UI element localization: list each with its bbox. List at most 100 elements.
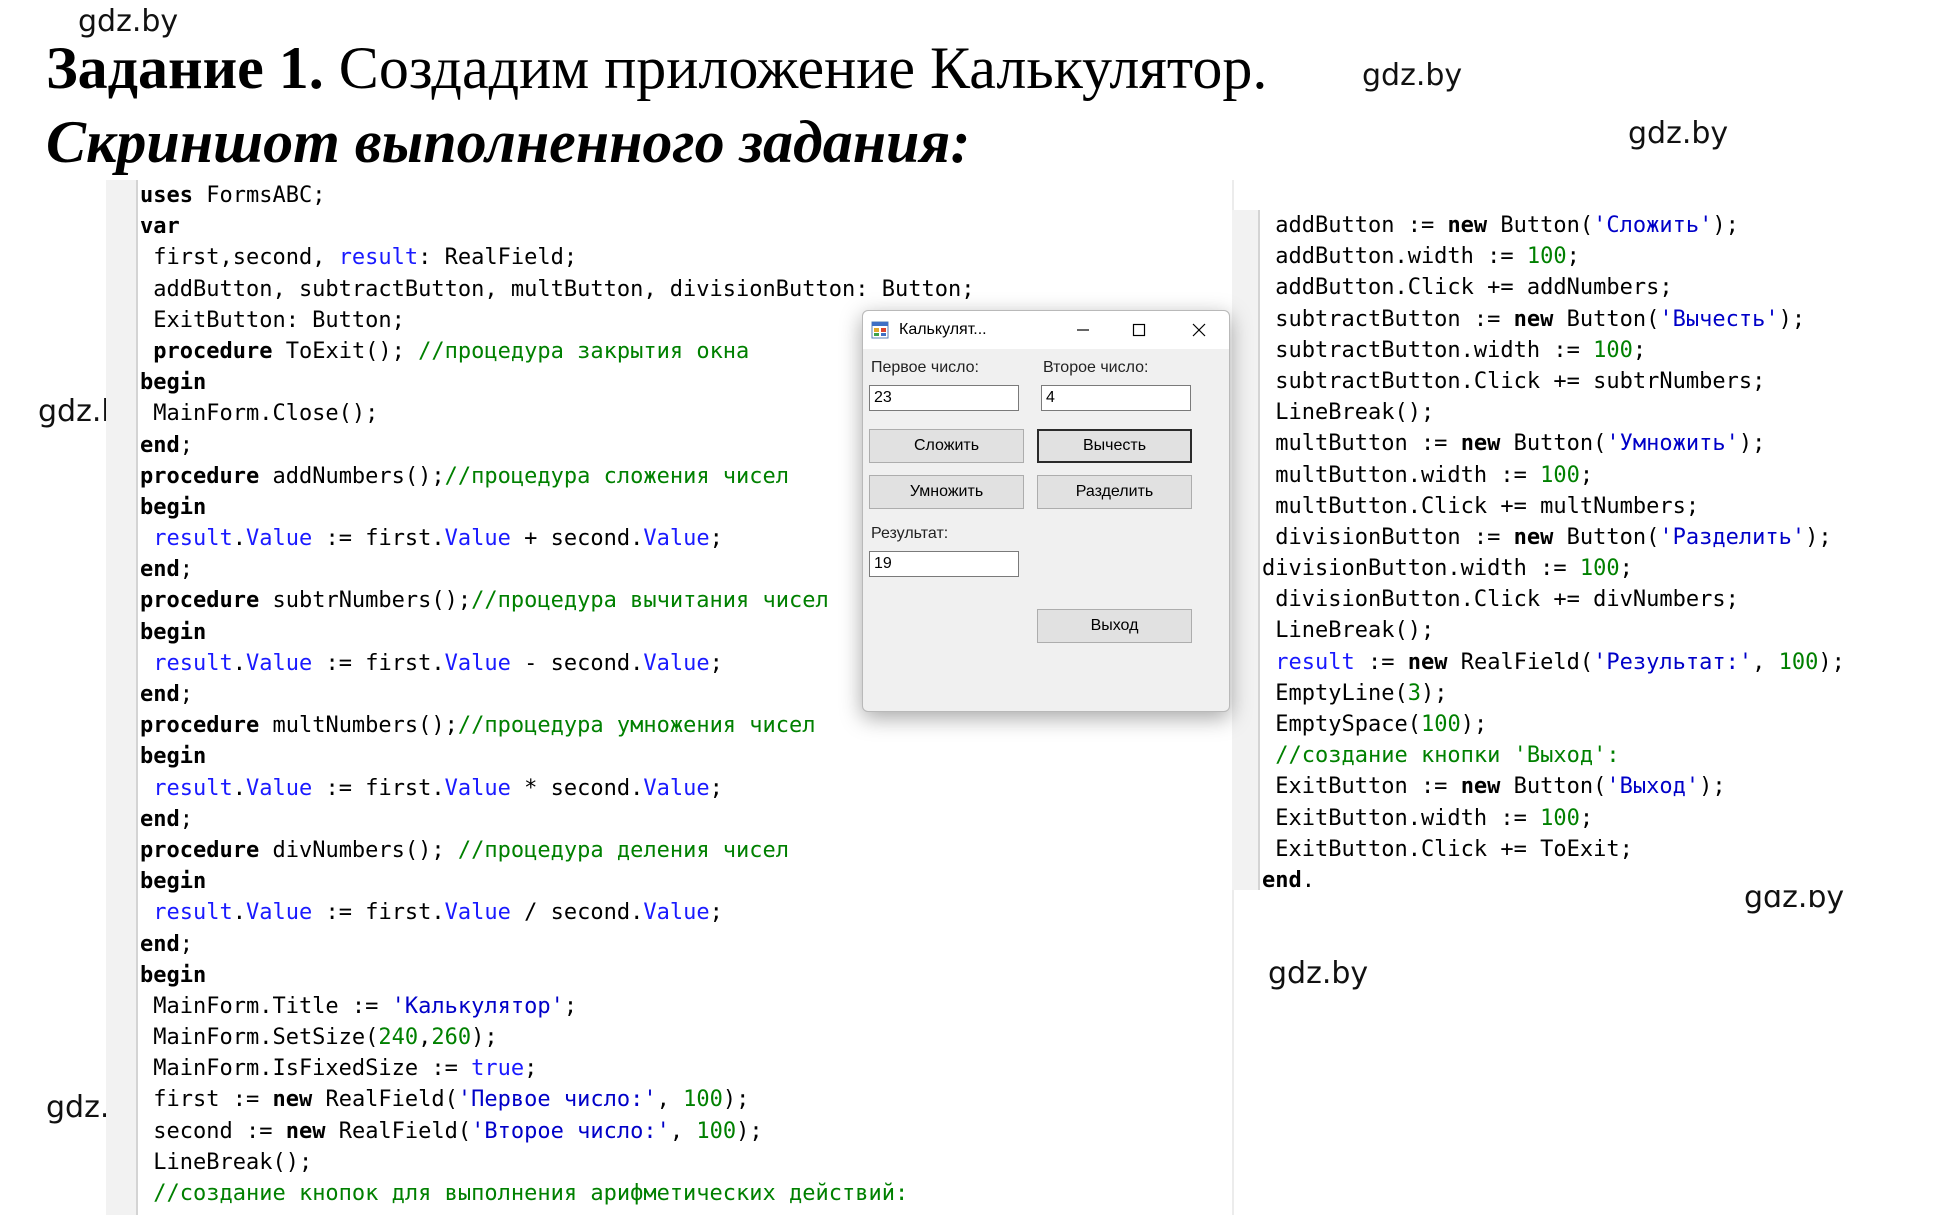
code-line: end; — [140, 804, 974, 835]
code-token: divisionButton := — [1262, 524, 1514, 550]
code-line: begin — [140, 866, 974, 897]
code-line: ExitButton := new Button('Выход'); — [1262, 771, 1845, 802]
code-token: end — [140, 931, 180, 957]
multiply-button[interactable]: Умножить — [869, 475, 1024, 509]
editor-gutter — [1232, 210, 1260, 890]
code-token: subtractButton.Click += subtrNumbers; — [1262, 368, 1766, 394]
code-token: 'Калькулятор' — [391, 993, 564, 1019]
exit-button[interactable]: Выход — [1037, 609, 1192, 643]
code-token: ); — [736, 1118, 763, 1144]
code-token: ); — [722, 1087, 750, 1113]
maximize-button[interactable] — [1111, 311, 1167, 349]
editor-gutter — [106, 180, 138, 1215]
code-line: //создание кнопок для выполнения арифмет… — [140, 1178, 974, 1209]
app-form-icon — [871, 321, 889, 339]
code-token: := first. — [312, 900, 445, 926]
code-token: true — [471, 1056, 525, 1082]
code-token: multButton.Click += multNumbers; — [1262, 493, 1700, 519]
add-button[interactable]: Сложить — [869, 429, 1024, 463]
second-number-label: Второе число: — [1043, 359, 1149, 376]
code-token: result — [153, 526, 233, 552]
code-token: //процедура умножения чисел — [457, 713, 816, 739]
code-line: LineBreak(); — [1262, 615, 1845, 646]
code-token: result — [1275, 649, 1355, 675]
code-token: subtrNumbers(); — [259, 588, 472, 614]
code-token: multButton := — [1262, 431, 1461, 457]
code-token: . — [232, 650, 246, 676]
code-token: ; — [709, 775, 723, 801]
code-token: LineBreak(); — [1262, 400, 1435, 426]
code-token: ; — [179, 931, 193, 957]
code-token: multButton.width := — [1262, 462, 1541, 488]
code-token: new — [272, 1087, 313, 1113]
code-token: subtractButton.width := — [1262, 337, 1594, 363]
code-line: result.Value := first.Value / second.Val… — [140, 897, 974, 928]
code-line: multButton.width := 100; — [1262, 460, 1845, 491]
code-token: . — [232, 775, 246, 801]
code-token: Button( — [1500, 431, 1607, 457]
code-token: 100 — [1579, 556, 1620, 582]
code-line: ExitButton.width := 100; — [1262, 803, 1845, 834]
code-line: procedure subtrNumbers();//процедура выч… — [140, 585, 974, 616]
code-token: ; — [709, 526, 723, 552]
code-line: uses FormsABC; — [140, 180, 974, 211]
code-token: new — [1447, 213, 1488, 238]
calculator-window: Калькулят... Первое число: 23 Второе чис… — [862, 310, 1230, 712]
code-token: EmptySpace( — [1262, 712, 1421, 737]
code-token: 'Сложить' — [1593, 213, 1713, 238]
code-token: Value — [643, 526, 710, 552]
window-titlebar[interactable]: Калькулят... — [863, 311, 1229, 349]
code-token: new — [1407, 649, 1448, 675]
code-token: uses — [140, 183, 193, 208]
code-token: var — [140, 214, 180, 240]
code-token: Value — [444, 775, 511, 801]
code-line: LineBreak(); — [140, 1147, 974, 1178]
code-token: //процедура деления чисел — [457, 837, 790, 863]
subtract-button[interactable]: Вычесть — [1037, 429, 1192, 463]
code-line: multButton.Click += multNumbers; — [1262, 491, 1845, 522]
task-text: Создадим приложение Калькулятор. — [323, 35, 1268, 101]
first-number-input[interactable]: 23 — [869, 385, 1019, 411]
code-line: result := new RealField('Результат:', 10… — [1262, 647, 1845, 678]
divide-button[interactable]: Разделить — [1037, 475, 1192, 509]
code-line: subtractButton.width := 100; — [1262, 335, 1845, 366]
code-line: MainForm.SetSize(240,260); — [140, 1022, 974, 1053]
code-token: procedure — [140, 837, 260, 863]
code-token: Value — [245, 650, 313, 676]
result-field[interactable]: 19 — [869, 551, 1019, 577]
minimize-icon — [1077, 329, 1089, 331]
code-token: addButton.width := — [1262, 244, 1527, 270]
code-token: FormsABC; — [192, 183, 326, 208]
code-token: ); — [1738, 431, 1766, 457]
close-button[interactable] — [1171, 311, 1227, 349]
code-token: first,second, — [140, 245, 339, 271]
code-token: 'Умножить' — [1606, 431, 1739, 457]
code-token: subtractButton := — [1262, 306, 1514, 332]
code-token: := first. — [312, 526, 445, 552]
code-token: begin — [140, 370, 207, 396]
code-token: MainForm.IsFixedSize := — [140, 1056, 472, 1082]
code-token: ; — [1619, 556, 1633, 582]
minimize-button[interactable] — [1055, 311, 1111, 349]
code-token: divNumbers(); — [259, 837, 458, 863]
code-token: divisionButton.width := — [1262, 556, 1580, 582]
close-icon — [1192, 323, 1206, 337]
code-token: new — [1513, 524, 1554, 550]
code-token: new — [1460, 774, 1501, 800]
code-token: addButton.Click += addNumbers; — [1262, 275, 1673, 301]
code-token: - second. — [510, 650, 644, 676]
code-token: Value — [245, 526, 313, 552]
code-token: 'Выход' — [1606, 774, 1700, 800]
second-number-input[interactable]: 4 — [1041, 385, 1191, 411]
code-token: ; — [179, 682, 193, 707]
code-token: ; — [1579, 805, 1594, 831]
code-token: . — [232, 526, 246, 552]
code-line: ExitButton: Button; — [140, 305, 974, 336]
code-lines: uses FormsABC; var first,second, result: … — [140, 180, 974, 1209]
window-title: Калькулят... — [899, 321, 987, 338]
code-token: ); — [471, 1025, 498, 1051]
code-line: addButton := new Button('Сложить'); — [1262, 210, 1845, 241]
code-token: end — [140, 806, 180, 832]
